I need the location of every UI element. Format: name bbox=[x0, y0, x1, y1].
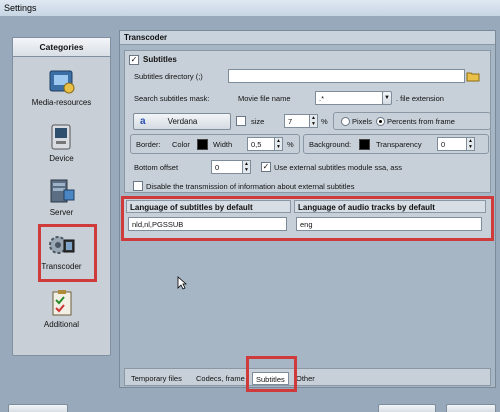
border-color-swatch[interactable] bbox=[197, 139, 208, 150]
mask-dropdown-button[interactable]: ▼ bbox=[382, 91, 392, 105]
chevron-down-icon: ▼ bbox=[384, 95, 390, 101]
category-label: Server bbox=[49, 208, 74, 217]
language-highlight-frame bbox=[121, 196, 494, 241]
background-color-swatch[interactable] bbox=[359, 139, 370, 150]
pixels-label: Pixels bbox=[352, 117, 373, 126]
subtitles-section-label: Subtitles bbox=[143, 55, 177, 64]
subtitles-directory-label: Subtitles directory (;) bbox=[134, 72, 203, 81]
font-icon: a bbox=[140, 116, 146, 127]
categories-header: Categories bbox=[12, 37, 111, 57]
use-external-label: Use external subtitles module ssa, ass bbox=[274, 163, 402, 172]
device-icon bbox=[51, 124, 70, 150]
search-mask-label: Search subtitles mask: bbox=[134, 94, 210, 103]
pixels-radio[interactable] bbox=[341, 117, 350, 126]
transparency-spinner[interactable]: ▲ ▼ bbox=[466, 137, 475, 151]
width-unit: % bbox=[287, 140, 294, 149]
subtitles-tab-highlight-frame bbox=[246, 356, 297, 392]
category-media-resources[interactable]: Media-resources bbox=[12, 66, 111, 107]
size-unit: % bbox=[321, 117, 328, 126]
border-label: Border: bbox=[136, 140, 161, 149]
width-label: Width bbox=[213, 140, 233, 149]
font-name: Verdana bbox=[167, 117, 198, 126]
font-select-button[interactable]: a Verdana bbox=[133, 113, 231, 130]
subtitles-directory-input[interactable] bbox=[228, 69, 465, 83]
bottom-offset-label: Bottom offset bbox=[134, 163, 179, 172]
transparency-label: Transparency bbox=[376, 140, 422, 149]
mask-input[interactable]: .* bbox=[315, 91, 383, 105]
category-label: Device bbox=[49, 154, 74, 163]
server-icon bbox=[50, 179, 74, 203]
movie-file-name-label: Movie file name bbox=[238, 94, 291, 103]
size-checkbox[interactable] bbox=[236, 116, 246, 126]
transparency-input[interactable]: 0 bbox=[437, 137, 467, 151]
bottom-offset-input[interactable]: 0 bbox=[211, 160, 243, 174]
size-input[interactable]: 7 bbox=[284, 114, 310, 128]
transcoder-highlight-frame bbox=[38, 224, 97, 282]
percents-label: Percents from frame bbox=[387, 117, 455, 126]
media-resources-icon bbox=[49, 70, 74, 94]
use-external-checkbox[interactable]: ✓ bbox=[261, 162, 271, 172]
subtitles-enabled-checkbox[interactable]: ✓ bbox=[129, 55, 139, 65]
folder-icon[interactable] bbox=[466, 70, 480, 82]
category-label: Additional bbox=[43, 320, 80, 329]
title-bar: Settings bbox=[0, 0, 500, 17]
tab-codecs-frame[interactable]: Codecs, frame bbox=[193, 372, 248, 385]
color-label: Color bbox=[172, 140, 190, 149]
mouse-cursor-icon bbox=[177, 276, 187, 290]
size-label: size bbox=[251, 117, 265, 126]
bottom-offset-spinner[interactable]: ▲ ▼ bbox=[242, 160, 251, 174]
bottom-button-right[interactable] bbox=[446, 404, 496, 412]
category-server[interactable]: Server bbox=[12, 176, 111, 217]
border-width-input[interactable]: 0,5 bbox=[247, 137, 275, 151]
panel-title: Transcoder bbox=[120, 31, 495, 45]
tab-temporary-files[interactable]: Temporary files bbox=[128, 372, 185, 385]
category-device[interactable]: Device bbox=[12, 122, 111, 163]
bottom-button-left[interactable] bbox=[8, 404, 68, 412]
disable-transmission-checkbox[interactable] bbox=[133, 181, 143, 191]
additional-icon bbox=[52, 290, 71, 316]
file-extension-label: . file extension bbox=[396, 94, 444, 103]
border-width-spinner[interactable]: ▲ ▼ bbox=[274, 137, 283, 151]
disable-transmission-label: Disable the transmission of information … bbox=[146, 182, 355, 191]
background-label: Background: bbox=[309, 140, 352, 149]
bottom-button-middle[interactable] bbox=[378, 404, 436, 412]
category-label: Media-resources bbox=[31, 98, 92, 107]
category-additional[interactable]: Additional bbox=[12, 288, 111, 329]
window-title: Settings bbox=[4, 3, 37, 13]
percents-radio[interactable] bbox=[376, 117, 385, 126]
size-spinner[interactable]: ▲ ▼ bbox=[309, 114, 318, 128]
